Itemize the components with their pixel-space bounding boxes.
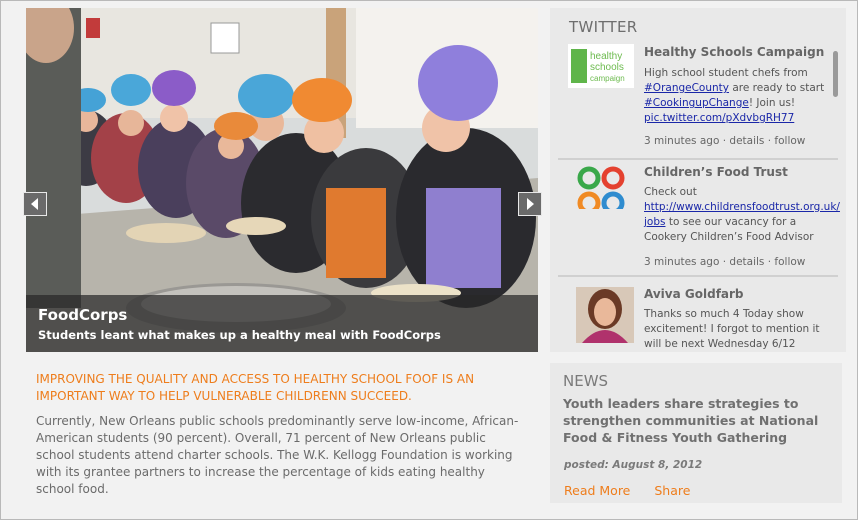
tweet-text: Thanks so much 4 Today show excitement! …: [644, 308, 820, 350]
twitter-heading: TWITTER: [569, 18, 638, 36]
tweet-time[interactable]: 3 minutes ago: [644, 135, 719, 147]
tweet-time[interactable]: 3 minutes ago: [644, 256, 719, 268]
chevron-left-icon: [31, 198, 38, 210]
avatar-childrens-food-trust: [568, 165, 634, 215]
tweet-author-name[interactable]: Healthy Schools Campaign: [644, 45, 844, 59]
news-panel: NEWS Youth leaders share strategies to s…: [550, 363, 842, 503]
tweet-divider: [558, 275, 838, 277]
tweet-pic-link[interactable]: pic.twitter.com/pXdvbgRH77: [644, 112, 794, 124]
slide-caption: FoodCorps Students leant what makes up a…: [26, 295, 538, 352]
tweet-text: High school student chefs from #OrangeCo…: [644, 67, 825, 124]
read-more-link[interactable]: Read More: [564, 483, 630, 498]
avatar-aviva-goldfarb: [576, 287, 634, 343]
tweet-hashtag-link[interactable]: #OrangeCounty: [644, 82, 729, 94]
tweet-details-link[interactable]: details: [729, 135, 764, 147]
tweet-details-link[interactable]: details: [729, 256, 764, 268]
news-links: Read More Share: [564, 483, 710, 498]
page-frame: FoodCorps Students leant what makes up a…: [0, 0, 858, 520]
tweet-hashtag-link[interactable]: #CookingupChange: [644, 97, 749, 109]
tweet-meta: 3 minutes ago · details · follow: [644, 135, 806, 147]
svg-text:healthy: healthy: [590, 51, 622, 62]
tweet-text: Check out http://www.childrensfoodtrust.…: [644, 186, 840, 243]
slideshow-prev-button[interactable]: [23, 192, 47, 216]
slideshow-next-button[interactable]: [518, 192, 542, 216]
tweet-author-name[interactable]: Children’s Food Trust: [644, 165, 844, 179]
tweet-item: healthy schools campaign Healthy Schools…: [568, 44, 838, 154]
twitter-panel[interactable]: TWITTER healthy schools campaign Healthy…: [550, 8, 846, 352]
svg-text:campaign: campaign: [590, 74, 625, 83]
news-title[interactable]: Youth leaders share strategies to streng…: [563, 395, 835, 446]
news-posted-date: posted: August 8, 2012: [564, 459, 703, 471]
tweet-follow-link[interactable]: follow: [774, 135, 805, 147]
featured-article: IMPROVING THE QUALITY AND ACCESS TO HEAL…: [36, 371, 526, 498]
slide-caption-title: FoodCorps: [38, 306, 128, 324]
tweet-divider: [558, 158, 838, 160]
article-headline: IMPROVING THE QUALITY AND ACCESS TO HEAL…: [36, 372, 475, 403]
slide-caption-subtitle: Students leant what makes up a healthy m…: [38, 328, 441, 342]
share-link[interactable]: Share: [654, 483, 690, 498]
tweet-follow-link[interactable]: follow: [774, 256, 805, 268]
news-heading: NEWS: [563, 372, 609, 390]
photo-slideshow[interactable]: FoodCorps Students leant what makes up a…: [26, 8, 538, 352]
chevron-right-icon: [527, 198, 534, 210]
tweet-author-name[interactable]: Aviva Goldfarb: [644, 287, 844, 301]
tweet-item: Children’s Food Trust Check out http://w…: [568, 165, 840, 275]
avatar-healthy-schools-campaign: healthy schools campaign: [568, 44, 634, 88]
svg-text:schools: schools: [590, 62, 624, 73]
tweet-meta: 3 minutes ago · details · follow: [644, 256, 806, 268]
article-body: Currently, New Orleans public schools pr…: [36, 414, 519, 496]
tweet-item: Aviva Goldfarb Thanks so much 4 Today sh…: [568, 287, 838, 352]
